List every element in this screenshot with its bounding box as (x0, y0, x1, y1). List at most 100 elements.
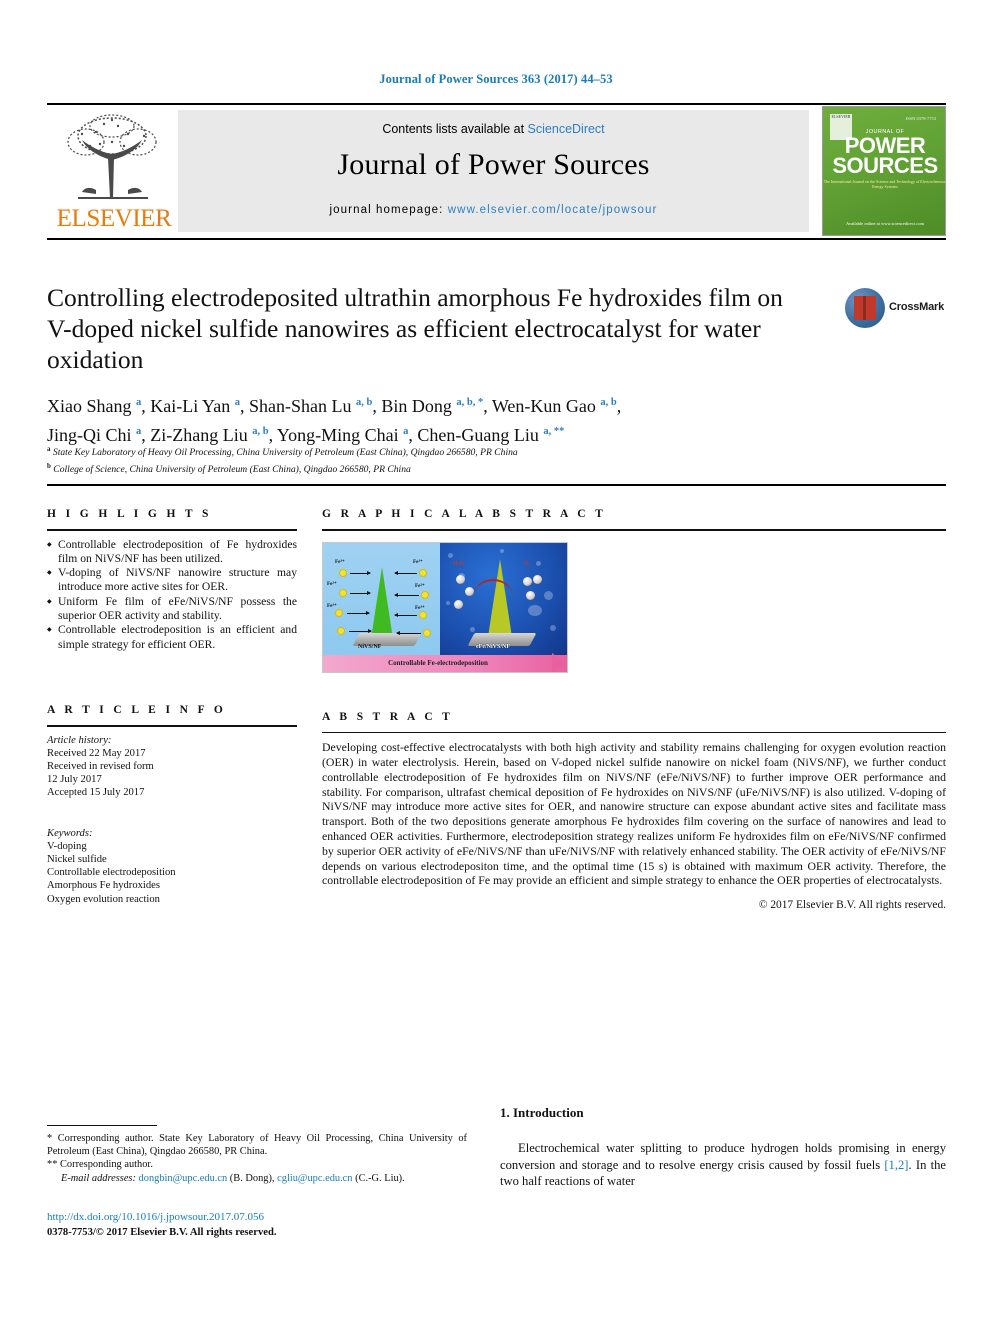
keyword-item: V-doping (47, 840, 87, 852)
masthead-banner: Contents lists available at ScienceDirec… (178, 110, 809, 232)
title-block: Controlling electrodeposited ultrathin a… (47, 282, 807, 375)
doi-block: http://dx.doi.org/10.1016/j.jpowsour.201… (47, 1210, 477, 1240)
keywords-block: Keywords: V-doping Nickel sulfide Contro… (47, 827, 297, 906)
homepage-url-link[interactable]: www.elsevier.com/locate/jpowsour (448, 204, 658, 216)
ga-nanowire-green (371, 566, 393, 639)
cover-journal-name: JOURNAL OF POWER SOURCES (823, 129, 945, 178)
crossmark-circle-icon (845, 288, 885, 328)
sciencedirect-link[interactable]: ScienceDirect (528, 122, 605, 136)
graphical-abstract-heading: G R A P H I C A L A B S T R A C T (322, 508, 607, 520)
doi-link[interactable]: http://dx.doi.org/10.1016/j.jpowsour.201… (47, 1210, 477, 1225)
elsevier-logo: ELSEVIER (50, 110, 178, 232)
crossmark-book-icon (854, 296, 876, 320)
article-info-heading: A R T I C L E I N F O (47, 703, 227, 716)
ga-ion-label: Fe³⁺ (413, 558, 423, 565)
list-item: V-doping of NiVS/NF nanowire structure m… (47, 566, 297, 595)
masthead-bottom-rule (47, 238, 946, 240)
graphical-abstract-figure: Fe³⁺ Fe³⁺ Fe²⁺ Fe²⁺ Fe³⁺ Fe³⁺ NiVS/NF H₂… (322, 541, 568, 673)
author-line-1: Xiao Shang a, Kai-Li Yan a, Shan-Shan Lu… (47, 396, 622, 416)
journal-cover-thumbnail: ELSEVIER ISSN 0378-7753 JOURNAL OF POWER… (822, 106, 946, 236)
abstract-heading: A B S T R A C T (322, 710, 454, 723)
email-link-2[interactable]: cgliu@upc.edu.cn (277, 1173, 352, 1184)
keyword-item: Nickel sulfide (47, 853, 107, 865)
email-link-1[interactable]: dongbin@upc.edu.cn (139, 1173, 228, 1184)
contents-prefix: Contents lists available at (382, 122, 528, 136)
corresponding-author-1: * Corresponding author. State Key Labora… (47, 1133, 467, 1158)
ga-product-label: O₂ (524, 560, 531, 567)
footnote-divider (47, 1125, 157, 1126)
received-date: Received 22 May 2017 (47, 747, 146, 759)
email-owner-1: (B. Dong), (229, 1172, 275, 1184)
revised-label: Received in revised form (47, 760, 154, 772)
right-column: G R A P H I C A L A B S T R A C T Fe³⁺ F… (322, 508, 946, 911)
ga-ion-label: Fe³⁺ (335, 558, 345, 565)
introduction-heading: 1. Introduction (500, 1105, 584, 1120)
ga-left-label: NiVS/NF (358, 643, 382, 650)
elsevier-tree-icon (56, 112, 168, 204)
email-label: E-mail addresses: (61, 1172, 136, 1184)
article-history-block: Article history: Received 22 May 2017 Re… (47, 734, 297, 800)
left-column: H I G H L I G H T S Controllable electro… (47, 508, 297, 906)
ga-oxygen-molecule (526, 590, 535, 600)
crossmark-badge[interactable]: CrossMark (845, 288, 945, 332)
page-title: Controlling electrodeposited ultrathin a… (47, 283, 783, 374)
citation-link[interactable]: [1,2] (884, 1158, 908, 1172)
journal-title: Journal of Power Sources (337, 148, 650, 181)
ga-ion-label: Fe²⁺ (327, 580, 337, 587)
article-history-label: Article history: (47, 734, 112, 746)
running-head: Journal of Power Sources 363 (2017) 44–5… (379, 72, 613, 86)
ga-right-label: eFe/NiVS/NF (476, 643, 510, 650)
graphical-abstract-divider (322, 529, 946, 531)
revised-date: 12 July 2017 (47, 774, 102, 786)
ga-oxygen-molecule (523, 576, 532, 586)
issn-copyright: 0378-7753/© 2017 Elsevier B.V. All right… (47, 1227, 277, 1238)
affiliation-b: b College of Science, China University o… (47, 461, 411, 475)
masthead-top-rule (47, 103, 946, 105)
contents-list-line: Contents lists available at ScienceDirec… (178, 122, 809, 136)
ga-process-bar: Controllable Fe-electrodeposition (323, 652, 567, 672)
journal-homepage-line: journal homepage: www.elsevier.com/locat… (178, 204, 809, 216)
footnote-block: * Corresponding author. State Key Labora… (47, 1132, 467, 1185)
list-item: Controllable electrodeposition of Fe hyd… (47, 538, 297, 567)
ga-process-label: Controllable Fe-electrodeposition (388, 658, 488, 667)
cover-topline: ISSN 0378-7753 (905, 116, 936, 121)
affiliation-list: a State Key Laboratory of Heavy Oil Proc… (47, 443, 837, 476)
article-info-divider (47, 724, 297, 727)
list-item: Uniform Fe film of eFe/NiVS/NF possess t… (47, 595, 297, 624)
ga-water-molecule (456, 574, 465, 584)
corresponding-author-2: ** Corresponding author. (47, 1159, 153, 1171)
article-first-page: Journal of Power Sources 363 (2017) 44–5… (0, 0, 992, 1323)
highlights-divider (47, 529, 297, 531)
ga-ion-label: Fe³⁺ (415, 604, 425, 611)
accepted-date: Accepted 15 July 2017 (47, 787, 145, 799)
cover-bottom-note: Available online at www.sciencedirect.co… (846, 221, 924, 226)
keywords-label: Keywords: (47, 827, 93, 839)
affiliation-a: a State Key Laboratory of Heavy Oil Proc… (47, 445, 518, 459)
keyword-item: Amorphous Fe hydroxides (47, 880, 160, 892)
authors-divider (47, 484, 946, 486)
abstract-divider (322, 731, 946, 734)
ga-reactant-label: H₂O (453, 560, 465, 567)
abstract-copyright: © 2017 Elsevier B.V. All rights reserved… (758, 899, 946, 912)
ga-nanowire-fe-coated (488, 558, 512, 637)
homepage-prefix: journal homepage: (329, 204, 448, 216)
ga-ion-label: Fe²⁺ (415, 582, 425, 589)
keyword-item: Oxygen evolution reaction (47, 893, 160, 905)
elsevier-wordmark: ELSEVIER (56, 205, 172, 232)
crossmark-label: CrossMark (889, 301, 945, 313)
ga-water-molecule (454, 599, 463, 609)
highlights-list: Controllable electrodeposition of Fe hyd… (47, 538, 297, 652)
author-list: Xiao Shang a, Kai-Li Yan a, Shan-Shan Lu… (47, 390, 837, 448)
keyword-item: Controllable electrodeposition (47, 867, 176, 879)
abstract-text: Developing cost-effective electrocatalys… (322, 740, 946, 888)
email-line: E-mail addresses: dongbin@upc.edu.cn (B.… (47, 1172, 467, 1185)
introduction-paragraph: Electrochemical water splitting to produ… (500, 1140, 946, 1190)
ga-oxygen-molecule (533, 574, 542, 584)
ga-ion-label: Fe³⁺ (327, 602, 337, 609)
highlights-heading: H I G H L I G H T S (47, 508, 212, 520)
cover-subtitle: The International Journal on the Science… (823, 179, 946, 189)
email-owner-2: (C.-G. Liu). (355, 1172, 405, 1184)
list-item: Controllable electrodeposition is an eff… (47, 623, 297, 652)
intro-text-part-1: Electrochemical water splitting to produ… (500, 1141, 946, 1172)
cover-title-line2: SOURCES (832, 153, 938, 178)
